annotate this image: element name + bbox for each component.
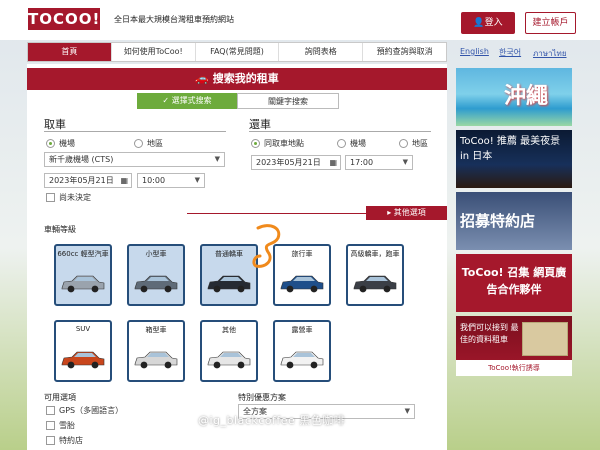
- option-gps-checkbox[interactable]: GPS（多國語言）: [46, 405, 123, 416]
- chevron-down-icon: ▼: [404, 407, 410, 415]
- special-offer-label: 特別優惠方案: [238, 393, 286, 402]
- register-button[interactable]: 建立帳戶: [525, 12, 576, 34]
- car-search-icon: 🚗: [195, 72, 213, 85]
- car-icon: [134, 275, 178, 293]
- dropoff-title: 還車: [249, 118, 271, 131]
- car-class-0[interactable]: 660cc 輕型汽車: [54, 244, 112, 306]
- concierge-sign-image: [522, 322, 568, 356]
- car-class-7[interactable]: 其他: [200, 320, 258, 382]
- nav-home[interactable]: 首頁: [28, 43, 112, 61]
- search-panel: 🚗 搜索我的租車 ✓ 選擇式搜索 關鍵字搜索 取車 機場 地區 新千歲機場 (C…: [27, 64, 447, 450]
- tab-select-search[interactable]: ✓ 選擇式搜索: [137, 93, 237, 109]
- pickup-date-input[interactable]: 2023年05月21日 ▦: [44, 173, 132, 188]
- nav-inquiry[interactable]: 詢問表格: [279, 43, 364, 61]
- pickup-undecided-checkbox[interactable]: 尚未決定: [46, 192, 91, 203]
- nav-how-to-use[interactable]: 如何使用ToCoo!: [112, 43, 196, 61]
- pickup-area-radio[interactable]: 地區: [134, 138, 163, 149]
- car-icon: [207, 351, 251, 369]
- site-tagline: 全日本最大規模台灣租車預約網站: [114, 15, 234, 24]
- more-options-line: [187, 213, 367, 214]
- dropoff-date-input[interactable]: 2023年05月21日 ▦: [251, 155, 341, 170]
- calendar-icon: ▦: [329, 158, 337, 167]
- ad-night-view[interactable]: ToCoo! 推薦 最美夜景 in 日本: [456, 130, 572, 188]
- dropoff-divider: [249, 131, 431, 132]
- main-nav: 首頁 如何使用ToCoo! FAQ(常見問題) 詢問表格 預約查詢與取消: [27, 42, 447, 62]
- car-icon: [61, 351, 105, 369]
- calendar-icon: ▦: [120, 176, 128, 185]
- car-icon: [353, 275, 397, 293]
- chevron-down-icon: ▼: [214, 155, 220, 163]
- lang-thai[interactable]: ภาษาไทย: [533, 47, 567, 60]
- cursor-annotation-squiggle: [252, 224, 281, 268]
- dropoff-time-select[interactable]: 17:00 ▼: [345, 155, 413, 170]
- car-icon: [134, 351, 178, 369]
- option-snow-tire-checkbox[interactable]: 雪胎: [46, 420, 75, 431]
- tab-keyword-search[interactable]: 關鍵字搜索: [237, 93, 339, 109]
- car-class-label: 露營車: [291, 326, 313, 334]
- car-icon: [61, 275, 105, 293]
- nav-faq[interactable]: FAQ(常見問題): [196, 43, 280, 61]
- dropoff-area-radio[interactable]: 地區: [399, 138, 428, 149]
- car-class-label: 其他: [222, 326, 236, 334]
- car-class-1[interactable]: 小型車: [127, 244, 185, 306]
- more-options-button[interactable]: ▸ 其他選項: [366, 206, 447, 220]
- pickup-title: 取車: [44, 118, 66, 131]
- car-class-8[interactable]: 露營車: [273, 320, 331, 382]
- car-icon: [280, 351, 324, 369]
- option-partner-store-checkbox[interactable]: 特約店: [46, 435, 83, 446]
- chevron-down-icon: ▼: [402, 158, 408, 166]
- login-button[interactable]: 👤登入: [461, 12, 515, 34]
- car-class-label: 車輛等級: [44, 225, 76, 234]
- car-icon: [280, 275, 324, 293]
- chevron-down-icon: ▼: [194, 176, 200, 184]
- pickup-location-select[interactable]: 新千歲機場 (CTS) ▼: [44, 152, 225, 167]
- car-class-label: 小型車: [145, 250, 167, 258]
- car-class-label: SUV: [75, 325, 91, 333]
- top-bar: TOCOO! 全日本最大規模台灣租車預約網站 👤登入 建立帳戶: [0, 0, 600, 40]
- car-class-6[interactable]: 箱型車: [127, 320, 185, 382]
- available-options-label: 可用選項: [44, 393, 76, 402]
- lang-korean[interactable]: 한국어: [499, 47, 521, 58]
- dropoff-same-radio[interactable]: 同取車地點: [251, 138, 304, 149]
- lang-english[interactable]: English: [460, 47, 489, 56]
- car-class-label: 高級轎車，跑車: [350, 250, 400, 258]
- ad-okinawa[interactable]: 沖繩: [456, 68, 572, 126]
- check-icon: ✓: [162, 96, 172, 105]
- car-class-label: 660cc 輕型汽車: [57, 250, 109, 258]
- car-class-4[interactable]: 高級轎車，跑車: [346, 244, 404, 306]
- tocoo-logo[interactable]: TOCOO!: [28, 8, 100, 30]
- car-icon: [207, 275, 251, 293]
- ad-advertising-partner[interactable]: ToCoo! 召集 網頁廣告合作夥伴: [456, 254, 572, 312]
- dropoff-airport-radio[interactable]: 機場: [337, 138, 366, 149]
- pickup-time-select[interactable]: 10:00 ▼: [137, 173, 205, 188]
- pickup-airport-radio[interactable]: 機場: [46, 138, 75, 149]
- nav-reservation[interactable]: 預約查詢與取消: [363, 43, 446, 61]
- ad-best-rental[interactable]: 我們可以接到 最佳的資料租車 ToCoo!執行誘導: [456, 316, 572, 376]
- pickup-divider: [44, 131, 226, 132]
- photo-watermark: @ig_blackcoffee 黑色咖啡: [198, 414, 346, 427]
- car-class-label: 箱型車: [145, 326, 167, 334]
- search-header: 🚗 搜索我的租車: [27, 68, 447, 90]
- user-icon: 👤: [473, 18, 485, 28]
- ad-partner-recruit[interactable]: 招募特約店: [456, 192, 572, 250]
- sidebar: 沖繩 ToCoo! 推薦 最美夜景 in 日本 招募特約店 ToCoo! 召集 …: [456, 64, 572, 450]
- car-class-5[interactable]: SUV: [54, 320, 112, 382]
